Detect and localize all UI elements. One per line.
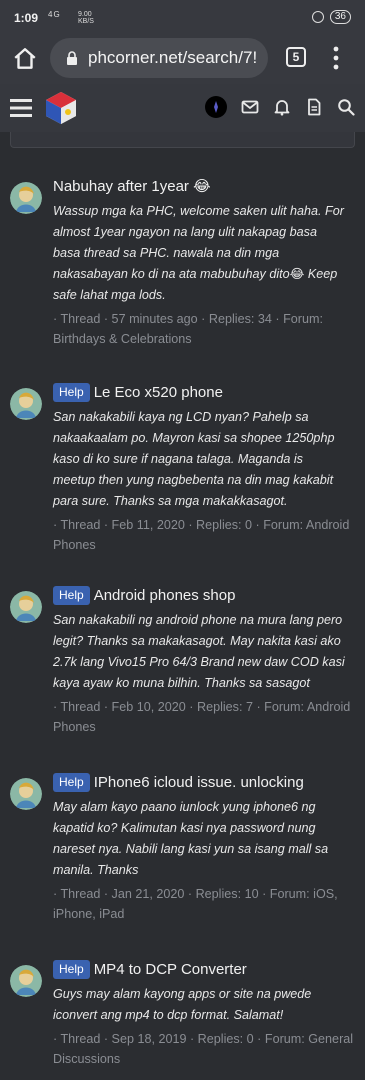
site-logo[interactable] <box>44 90 78 126</box>
help-prefix-badge: Help <box>53 383 90 402</box>
thread-meta: · Thread · Feb 11, 2020 · Replies: 0 · F… <box>53 518 350 552</box>
alarm-icon <box>311 11 324 23</box>
url-text: phcorner.net/search/7! <box>88 48 258 67</box>
thread-title-text[interactable]: MP4 to DCP Converter <box>94 961 247 978</box>
help-prefix-badge: Help <box>53 773 90 792</box>
thread-title[interactable]: Help MP4 to DCP Converter <box>53 959 358 981</box>
author-avatar[interactable] <box>10 965 42 997</box>
network-speed-unit: KB/S <box>78 18 94 25</box>
thread-meta: · Thread · 57 minutes ago · Replies: 34 … <box>53 312 323 346</box>
status-bar: 1:09 4G 9.00 KB/S 36 <box>0 0 365 36</box>
thread-title[interactable]: Nabuhay after 1year 😂 <box>53 176 358 198</box>
thread-title[interactable]: Help Android phones shop <box>53 585 358 607</box>
network-indicator: 4G <box>48 10 61 19</box>
more-menu-icon[interactable] <box>333 46 339 70</box>
network-speed-value: 9.00 <box>78 11 92 18</box>
address-bar[interactable]: phcorner.net/search/7! <box>50 38 268 78</box>
status-time: 1:09 <box>14 11 39 25</box>
bell-icon[interactable] <box>273 98 291 116</box>
thread-snippet: San nakakabili kaya ng LCD nyan? Pahelp … <box>53 410 335 508</box>
lock-icon <box>67 51 77 65</box>
author-avatar[interactable] <box>10 778 42 810</box>
battery-indicator: 36 <box>329 10 351 24</box>
tab-switcher-button[interactable]: 5 <box>286 47 306 67</box>
home-icon[interactable] <box>12 46 38 72</box>
author-avatar[interactable] <box>10 388 42 420</box>
author-avatar[interactable] <box>10 591 42 623</box>
browser-toolbar: phcorner.net/search/7! 5 <box>0 36 365 84</box>
user-avatar[interactable] <box>205 96 227 118</box>
network-speed: 9.00 KB/S <box>78 11 94 25</box>
thread-title[interactable]: Help IPhone6 icloud issue. unlocking <box>53 772 358 794</box>
thread-title[interactable]: Help Le Eco x520 phone <box>53 382 358 404</box>
thread-snippet: May alam kayo paano iunlock yung iphone6… <box>53 800 329 877</box>
thread-meta: · Thread · Jan 21, 2020 · Replies: 10 · … <box>53 887 338 921</box>
help-prefix-badge: Help <box>53 960 90 979</box>
thread-snippet: Guys may alam kayong apps or site na pwe… <box>53 987 312 1022</box>
thread-snippet: San nakakabili ng android phone na mura … <box>53 613 345 690</box>
site-header <box>0 84 365 132</box>
search-icon[interactable] <box>337 98 355 116</box>
thread-title-text[interactable]: IPhone6 icloud issue. unlocking <box>94 774 304 791</box>
thread-title-text[interactable]: Le Eco x520 phone <box>94 384 223 401</box>
thread-title-text[interactable]: Android phones shop <box>94 587 236 604</box>
mail-icon[interactable] <box>241 98 259 116</box>
author-avatar[interactable] <box>10 182 42 214</box>
thread-meta: · Thread · Feb 10, 2020 · Replies: 7 · F… <box>53 700 351 734</box>
thread-meta: · Thread · Sep 18, 2019 · Replies: 0 · F… <box>53 1032 354 1066</box>
thread-title-text[interactable]: Nabuhay after 1year 😂 <box>53 178 211 195</box>
document-icon[interactable] <box>305 98 323 116</box>
help-prefix-badge: Help <box>53 586 90 605</box>
thread-snippet: Wassup mga ka PHC, welcome saken ulit ha… <box>53 204 344 302</box>
hamburger-menu-icon[interactable] <box>10 98 32 118</box>
search-panel-edge <box>10 132 355 148</box>
